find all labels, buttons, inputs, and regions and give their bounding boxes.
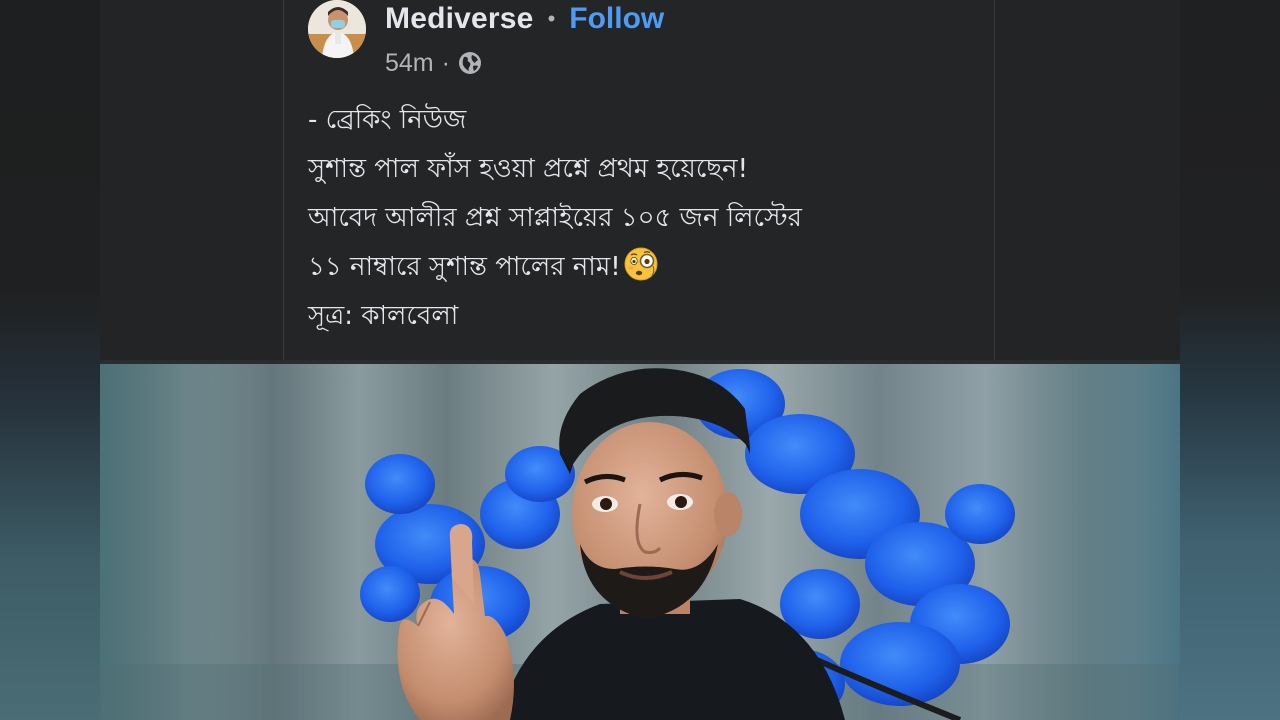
- post-line-1: - ব্রেকিং নিউজ: [308, 105, 467, 135]
- post-line-4: ১১ নাম্বারে সুশান্ত পালের নাম!: [308, 243, 978, 292]
- post-card: Mediverse • Follow 54m · - ব্রেকিং নিউজ …: [283, 0, 995, 360]
- post-line-2: সুশান্ত পাল ফাঁস হওয়া প্রশ্নে প্রথম হয়…: [308, 154, 749, 184]
- flushed-face-with-monocle-icon: [624, 247, 658, 281]
- author-name[interactable]: Mediverse: [385, 2, 534, 36]
- header-separator: •: [547, 6, 556, 31]
- post-header: Mediverse • Follow: [385, 0, 664, 38]
- post-line-4-text: ১১ নাম্বারে সুশান্ত পালের নাম!: [308, 252, 621, 282]
- avatar-photo-icon: [308, 0, 366, 58]
- post-line-3: আবেদ আলীর প্রশ্ন সাপ্লাইয়ের ১০৫ জন লিস্…: [308, 203, 802, 233]
- meta-separator: ·: [441, 48, 450, 77]
- post-line-5: সূত্র: কালবেলা: [308, 301, 459, 331]
- post-meta: 54m ·: [385, 46, 482, 80]
- globe-icon[interactable]: [458, 51, 482, 75]
- post-timestamp[interactable]: 54m: [385, 49, 434, 78]
- follow-button[interactable]: Follow: [569, 2, 664, 36]
- man-with-blue-orchids-photo: [100, 364, 1180, 720]
- screenshot-stage: Mediverse • Follow 54m · - ব্রেকিং নিউজ …: [0, 0, 1280, 720]
- post-text: - ব্রেকিং নিউজ সুশান্ত পাল ফাঁস হওয়া প্…: [308, 96, 978, 341]
- post-photo[interactable]: [100, 364, 1180, 720]
- blurred-background-right: [1180, 0, 1280, 720]
- blurred-background-left: [0, 0, 100, 720]
- author-avatar[interactable]: [308, 0, 366, 58]
